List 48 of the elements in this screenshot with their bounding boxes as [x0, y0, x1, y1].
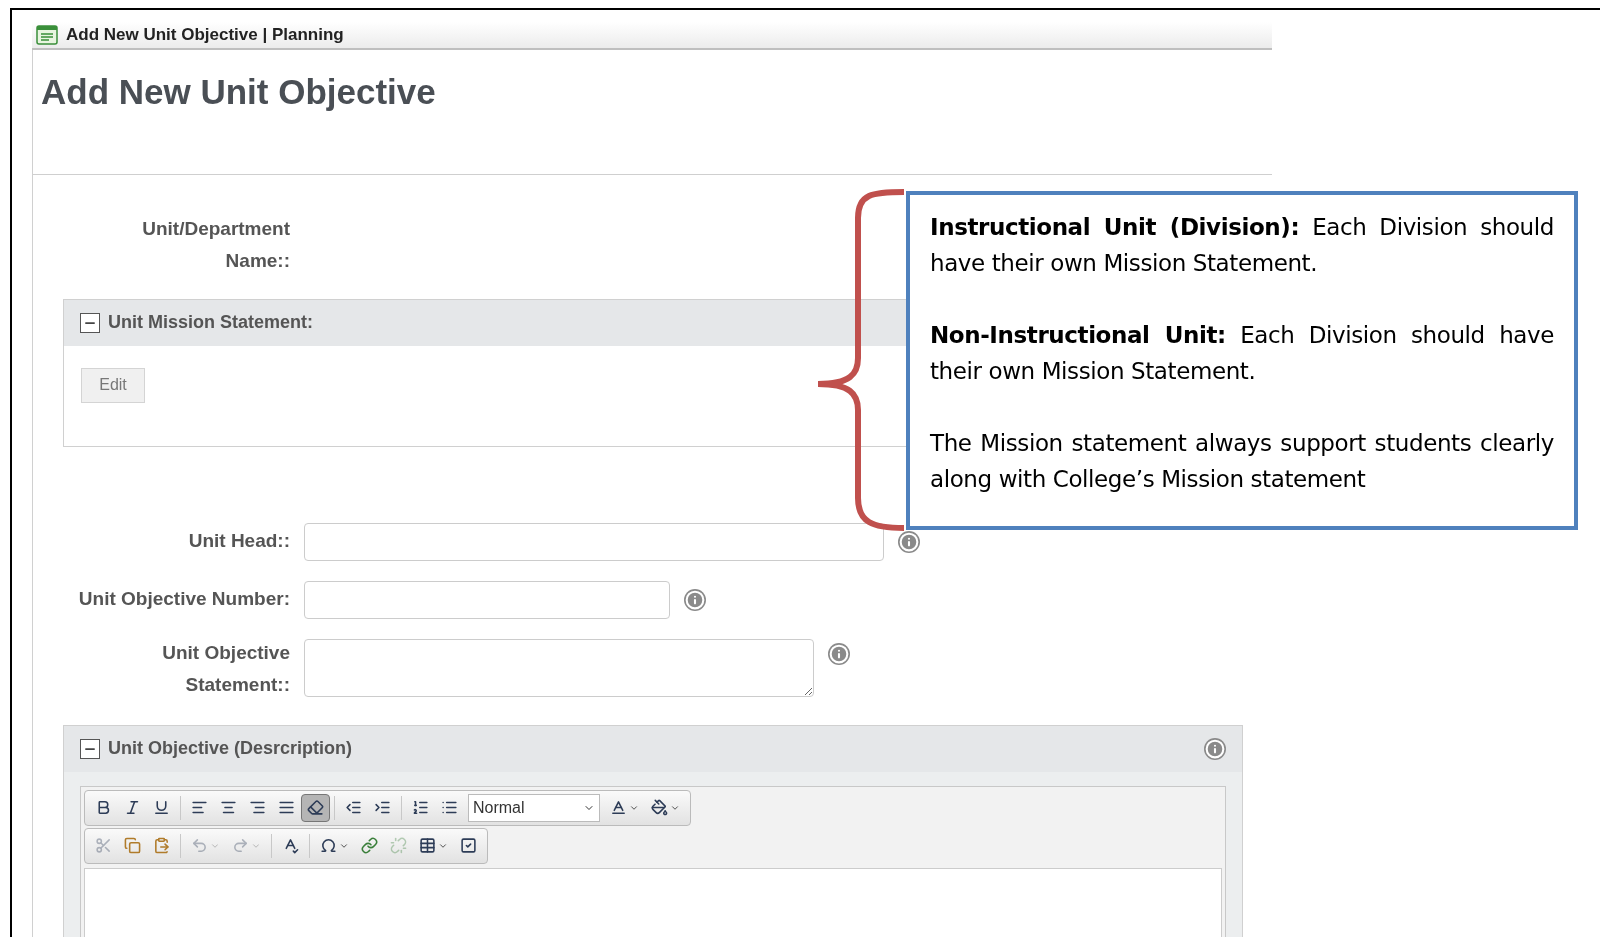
undo-icon: [191, 837, 208, 854]
align-justify-icon: [278, 799, 295, 816]
collapse-toggle-icon[interactable]: [80, 312, 100, 333]
outdent-icon: [345, 799, 362, 816]
redo-icon: [232, 837, 249, 854]
section-title: Unit Mission Statement:: [108, 311, 313, 334]
spellcheck-icon: [282, 837, 299, 854]
input-field[interactable]: [304, 522, 884, 561]
italic-icon: [124, 799, 141, 816]
field-label: Unit Objective Statement::: [161, 640, 290, 697]
table-icon: [419, 837, 436, 854]
numbered-list-icon: [412, 799, 429, 816]
format-select[interactable]: Normal: [468, 793, 600, 822]
align-left-icon: [191, 799, 208, 816]
omega-icon: [320, 837, 337, 854]
field-label: Unit Objective Number:: [77, 587, 290, 612]
window-title: Add New Unit Objective | Planning: [66, 24, 344, 46]
underline-icon: [153, 799, 170, 816]
toolbar-button[interactable]: [301, 793, 330, 822]
info-icon[interactable]: [828, 642, 850, 665]
copy-icon: [124, 837, 141, 854]
info-icon[interactable]: [1204, 737, 1226, 760]
callout-paragraph: Instructional Unit (Division): Each Division should have their own Mission Statement.: [930, 213, 1554, 278]
align-center-icon: [220, 799, 237, 816]
info-icon[interactable]: [898, 530, 920, 553]
paint-bucket-icon: [651, 799, 668, 816]
clipboard-icon: [153, 837, 170, 854]
input-field[interactable]: [304, 580, 670, 619]
checkbox-icon: [460, 837, 477, 854]
info-icon[interactable]: [684, 588, 706, 611]
text-color-icon: [610, 799, 627, 816]
eraser-icon: [307, 799, 324, 816]
scissors-icon: [95, 837, 112, 854]
indent-icon: [374, 799, 391, 816]
edit-button[interactable]: Edit: [81, 367, 145, 403]
align-right-icon: [249, 799, 266, 816]
callout-paragraph: Non-Instructional Unit: Each Division should have their own Mission Statement.: [930, 321, 1554, 386]
field-label: Unit/Department Name::: [141, 216, 290, 273]
collapse-toggle-icon[interactable]: [80, 738, 100, 759]
callout-paragraph: The Mission statement always support students clearly along with College’s Mission statement: [930, 429, 1554, 494]
page-heading: Add New Unit Objective: [40, 70, 437, 113]
unlink-icon: [390, 837, 407, 854]
field-label: Unit Head::: [187, 529, 290, 554]
link-icon: [361, 837, 378, 854]
section-title: Unit Objective (Desrcription): [108, 737, 354, 760]
bullet-list-icon: [441, 799, 458, 816]
document-icon: [36, 24, 58, 45]
bold-icon: [95, 799, 112, 816]
